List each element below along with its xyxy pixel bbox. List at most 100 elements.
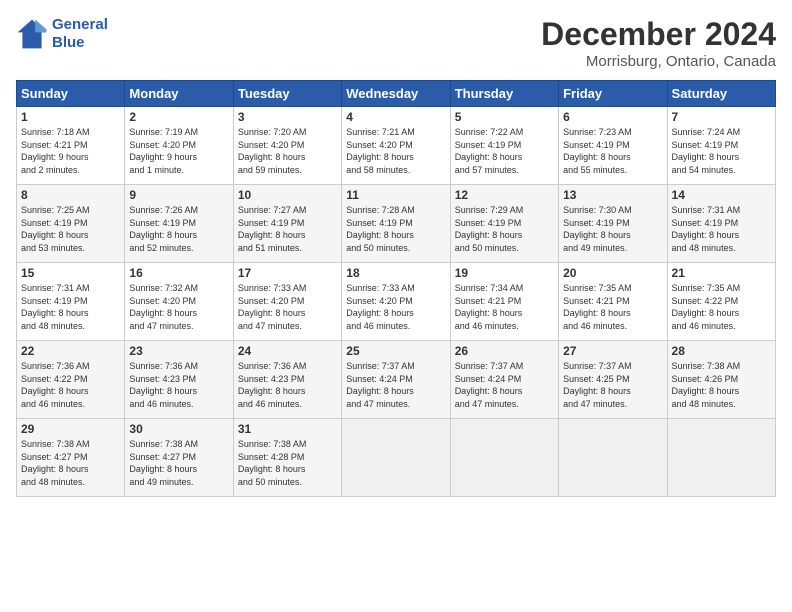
day-number: 16 <box>129 266 228 280</box>
day-number: 29 <box>21 422 120 436</box>
day-number: 21 <box>672 266 771 280</box>
table-row: 7Sunrise: 7:24 AM Sunset: 4:19 PM Daylig… <box>667 107 775 185</box>
col-sunday: Sunday <box>17 81 125 107</box>
day-info: Sunrise: 7:28 AM Sunset: 4:19 PM Dayligh… <box>346 204 445 254</box>
table-row: 15Sunrise: 7:31 AM Sunset: 4:19 PM Dayli… <box>17 263 125 341</box>
day-number: 5 <box>455 110 554 124</box>
day-number: 26 <box>455 344 554 358</box>
calendar-header-row: Sunday Monday Tuesday Wednesday Thursday… <box>17 81 776 107</box>
day-number: 11 <box>346 188 445 202</box>
day-info: Sunrise: 7:34 AM Sunset: 4:21 PM Dayligh… <box>455 282 554 332</box>
logo-icon <box>16 18 48 50</box>
table-row: 27 Sunrise: 7:37 AM Sunset: 4:25 PM Dayli… <box>559 341 667 419</box>
table-row <box>342 419 450 497</box>
day-info: Sunrise: 7:36 AM Sunset: 4:23 PM Dayligh… <box>129 360 228 410</box>
day-number: 24 <box>238 344 337 358</box>
day-number: 6 <box>563 110 662 124</box>
table-row: 8Sunrise: 7:25 AM Sunset: 4:19 PM Daylig… <box>17 185 125 263</box>
day-info: Sunrise: 7:33 AM Sunset: 4:20 PM Dayligh… <box>238 282 337 332</box>
day-info: Sunrise: 7:38 AM Sunset: 4:26 PM Dayligh… <box>672 360 771 410</box>
table-row: 20 Sunrise: 7:35 AM Sunset: 4:21 PM Dayli… <box>559 263 667 341</box>
day-number: 23 <box>129 344 228 358</box>
logo: General Blue <box>16 16 108 52</box>
day-number: 3 <box>238 110 337 124</box>
calendar-table: Sunday Monday Tuesday Wednesday Thursday… <box>16 80 776 497</box>
day-info: Sunrise: 7:27 AM Sunset: 4:19 PM Dayligh… <box>238 204 337 254</box>
table-row: 16 Sunrise: 7:32 AM Sunset: 4:20 PM Dayli… <box>125 263 233 341</box>
col-tuesday: Tuesday <box>233 81 341 107</box>
main-title: December 2024 <box>541 16 776 53</box>
day-number: 27 <box>563 344 662 358</box>
day-info: Sunrise: 7:31 AM Sunset: 4:19 PM Dayligh… <box>21 282 120 332</box>
day-number: 28 <box>672 344 771 358</box>
day-info: Sunrise: 7:26 AM Sunset: 4:19 PM Dayligh… <box>129 204 228 254</box>
day-number: 13 <box>563 188 662 202</box>
day-info: Sunrise: 7:30 AM Sunset: 4:19 PM Dayligh… <box>563 204 662 254</box>
day-info: Sunrise: 7:25 AM Sunset: 4:19 PM Dayligh… <box>21 204 120 254</box>
table-row <box>667 419 775 497</box>
day-number: 30 <box>129 422 228 436</box>
col-saturday: Saturday <box>667 81 775 107</box>
col-monday: Monday <box>125 81 233 107</box>
logo-text: General Blue <box>52 16 108 52</box>
day-number: 17 <box>238 266 337 280</box>
logo-general: General <box>52 16 108 33</box>
table-row: 4 Sunrise: 7:21 AM Sunset: 4:20 PM Daylig… <box>342 107 450 185</box>
day-info: Sunrise: 7:33 AM Sunset: 4:20 PM Dayligh… <box>346 282 445 332</box>
day-info: Sunrise: 7:21 AM Sunset: 4:20 PM Dayligh… <box>346 126 445 176</box>
day-number: 1 <box>21 110 120 124</box>
col-wednesday: Wednesday <box>342 81 450 107</box>
page-container: General Blue December 2024 Morrisburg, O… <box>0 0 792 612</box>
day-info: Sunrise: 7:23 AM Sunset: 4:19 PM Dayligh… <box>563 126 662 176</box>
table-row: 10 Sunrise: 7:27 AM Sunset: 4:19 PM Dayli… <box>233 185 341 263</box>
table-row: 23 Sunrise: 7:36 AM Sunset: 4:23 PM Dayli… <box>125 341 233 419</box>
table-row: 28 Sunrise: 7:38 AM Sunset: 4:26 PM Dayli… <box>667 341 775 419</box>
day-info: Sunrise: 7:37 AM Sunset: 4:24 PM Dayligh… <box>455 360 554 410</box>
day-info: Sunrise: 7:29 AM Sunset: 4:19 PM Dayligh… <box>455 204 554 254</box>
day-info: Sunrise: 7:18 AM Sunset: 4:21 PM Dayligh… <box>21 126 120 176</box>
table-row: 6 Sunrise: 7:23 AM Sunset: 4:19 PM Daylig… <box>559 107 667 185</box>
day-info: Sunrise: 7:37 AM Sunset: 4:24 PM Dayligh… <box>346 360 445 410</box>
day-number: 25 <box>346 344 445 358</box>
table-row: 30 Sunrise: 7:38 AM Sunset: 4:27 PM Dayli… <box>125 419 233 497</box>
col-friday: Friday <box>559 81 667 107</box>
day-info: Sunrise: 7:35 AM Sunset: 4:21 PM Dayligh… <box>563 282 662 332</box>
table-row: 21 Sunrise: 7:35 AM Sunset: 4:22 PM Dayli… <box>667 263 775 341</box>
title-block: December 2024 Morrisburg, Ontario, Canad… <box>541 16 776 70</box>
table-row <box>450 419 558 497</box>
table-row: 18 Sunrise: 7:33 AM Sunset: 4:20 PM Dayli… <box>342 263 450 341</box>
table-row: 17 Sunrise: 7:33 AM Sunset: 4:20 PM Dayli… <box>233 263 341 341</box>
day-number: 18 <box>346 266 445 280</box>
header: General Blue December 2024 Morrisburg, O… <box>16 16 776 70</box>
day-number: 19 <box>455 266 554 280</box>
table-row <box>559 419 667 497</box>
day-info: Sunrise: 7:38 AM Sunset: 4:28 PM Dayligh… <box>238 438 337 488</box>
sub-title: Morrisburg, Ontario, Canada <box>541 53 776 70</box>
table-row: 29Sunrise: 7:38 AM Sunset: 4:27 PM Dayli… <box>17 419 125 497</box>
day-number: 10 <box>238 188 337 202</box>
day-info: Sunrise: 7:32 AM Sunset: 4:20 PM Dayligh… <box>129 282 228 332</box>
table-row: 12Sunrise: 7:29 AM Sunset: 4:19 PM Dayli… <box>450 185 558 263</box>
day-info: Sunrise: 7:35 AM Sunset: 4:22 PM Dayligh… <box>672 282 771 332</box>
day-info: Sunrise: 7:36 AM Sunset: 4:22 PM Dayligh… <box>21 360 120 410</box>
table-row: 22 Sunrise: 7:36 AM Sunset: 4:22 PM Dayli… <box>17 341 125 419</box>
table-row: 14Sunrise: 7:31 AM Sunset: 4:19 PM Dayli… <box>667 185 775 263</box>
day-number: 20 <box>563 266 662 280</box>
table-row: 13 Sunrise: 7:30 AM Sunset: 4:19 PM Dayli… <box>559 185 667 263</box>
table-row: 5Sunrise: 7:22 AM Sunset: 4:19 PM Daylig… <box>450 107 558 185</box>
day-info: Sunrise: 7:19 AM Sunset: 4:20 PM Dayligh… <box>129 126 228 176</box>
table-row: 26 Sunrise: 7:37 AM Sunset: 4:24 PM Dayli… <box>450 341 558 419</box>
day-info: Sunrise: 7:38 AM Sunset: 4:27 PM Dayligh… <box>129 438 228 488</box>
day-number: 2 <box>129 110 228 124</box>
day-number: 4 <box>346 110 445 124</box>
day-number: 22 <box>21 344 120 358</box>
table-row: 31 Sunrise: 7:38 AM Sunset: 4:28 PM Dayli… <box>233 419 341 497</box>
table-row: 24 Sunrise: 7:36 AM Sunset: 4:23 PM Dayli… <box>233 341 341 419</box>
day-info: Sunrise: 7:36 AM Sunset: 4:23 PM Dayligh… <box>238 360 337 410</box>
table-row: 1 Sunrise: 7:18 AM Sunset: 4:21 PM Daylig… <box>17 107 125 185</box>
day-number: 9 <box>129 188 228 202</box>
day-number: 31 <box>238 422 337 436</box>
day-info: Sunrise: 7:37 AM Sunset: 4:25 PM Dayligh… <box>563 360 662 410</box>
table-row: 11 Sunrise: 7:28 AM Sunset: 4:19 PM Dayli… <box>342 185 450 263</box>
day-number: 7 <box>672 110 771 124</box>
